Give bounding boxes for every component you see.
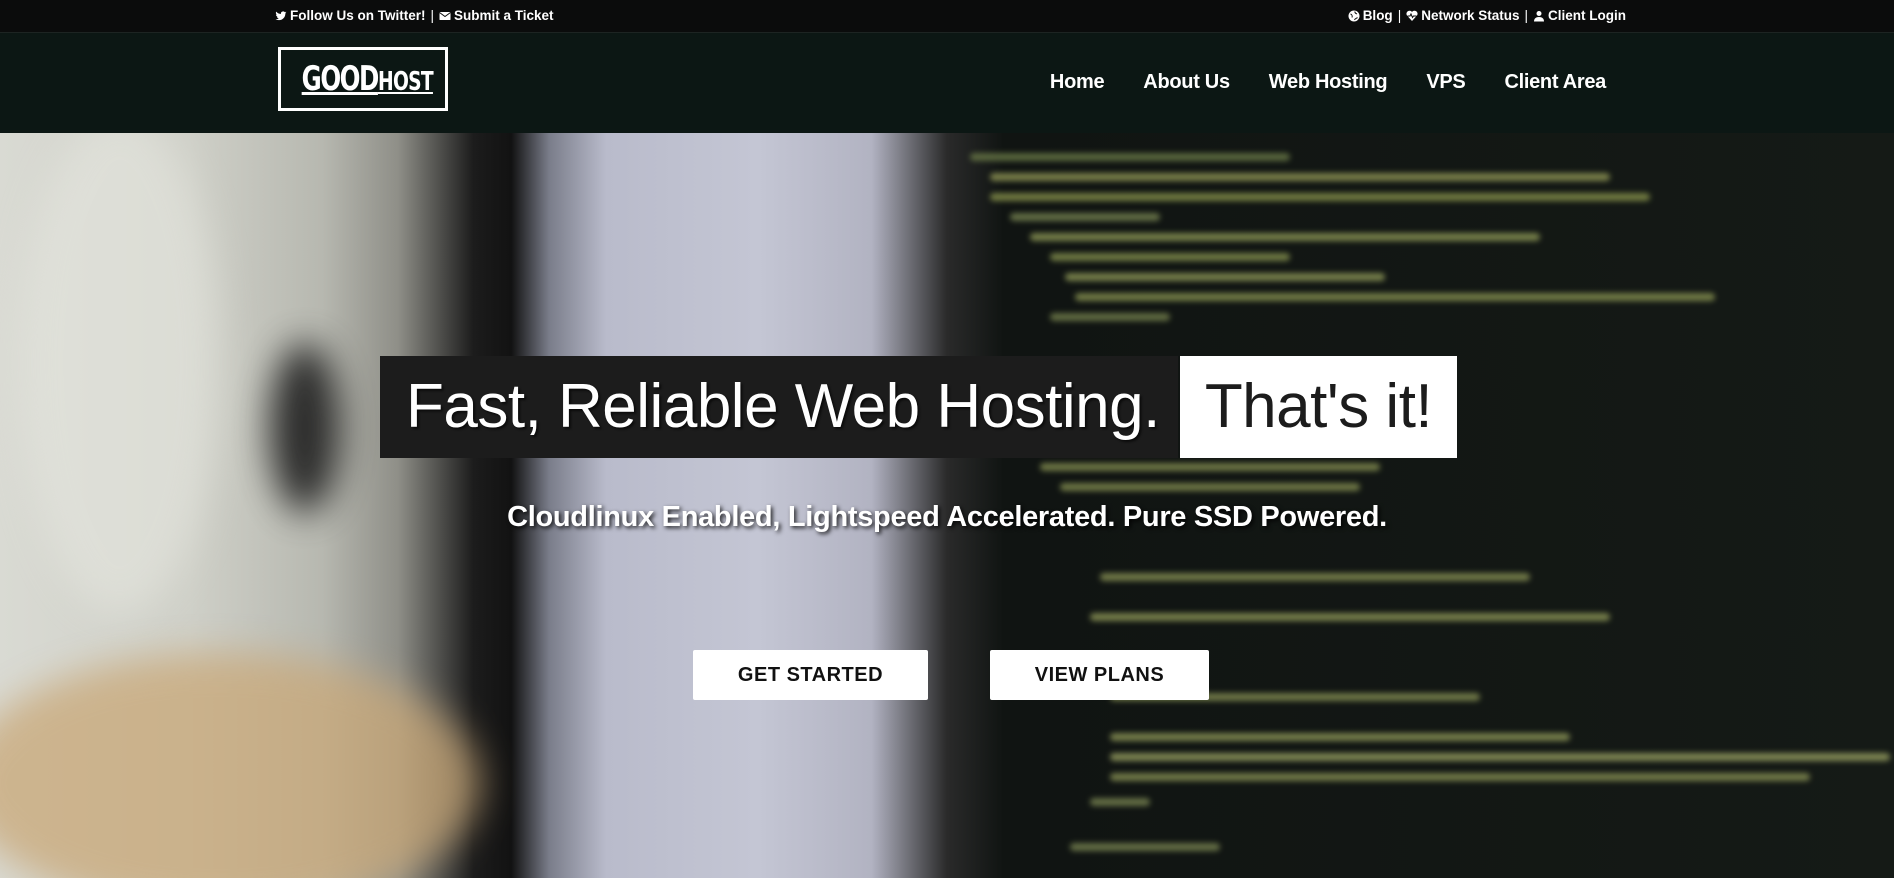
client-login-link[interactable]: Client Login: [1533, 8, 1626, 23]
twitter-link-label: Follow Us on Twitter!: [290, 8, 426, 23]
logo-host-text: HOST: [377, 67, 434, 97]
topbar-left: Follow Us on Twitter! | Submit a Ticket: [275, 8, 554, 23]
topbar-separator: |: [1397, 8, 1402, 23]
envelope-icon: [439, 11, 451, 20]
view-plans-button[interactable]: VIEW PLANS: [990, 650, 1209, 700]
blog-label: Blog: [1362, 8, 1393, 23]
network-status-link[interactable]: Network Status: [1406, 8, 1519, 23]
nav-home[interactable]: Home: [1050, 71, 1105, 94]
submit-ticket-label: Submit a Ticket: [454, 8, 554, 23]
globe-icon: [1348, 10, 1360, 21]
main-header: GOOD HOST Home About Us Web Hosting VPS C…: [0, 33, 1894, 133]
twitter-icon: [275, 10, 287, 20]
topbar-right: Blog | Network Status | Client Login: [1348, 8, 1626, 23]
nav-client-area[interactable]: Client Area: [1504, 71, 1606, 94]
goodhost-logo[interactable]: GOOD HOST: [278, 47, 448, 111]
headline-main-text: Fast, Reliable Web Hosting.: [380, 356, 1178, 458]
hero-background-blur: [20, 133, 220, 613]
headline-highlight-text: That's it!: [1179, 356, 1458, 458]
twitter-link[interactable]: Follow Us on Twitter!: [275, 8, 426, 23]
hero-background-blur: [0, 653, 480, 878]
client-login-label: Client Login: [1548, 8, 1626, 23]
topbar-separator: |: [430, 8, 435, 23]
heartbeat-icon: [1406, 10, 1418, 21]
nav-web-hosting[interactable]: Web Hosting: [1269, 71, 1388, 94]
hero-section: Fast, Reliable Web Hosting. That's it! C…: [0, 133, 1894, 878]
blog-link[interactable]: Blog: [1348, 8, 1393, 23]
submit-ticket-link[interactable]: Submit a Ticket: [439, 8, 554, 23]
user-icon: [1534, 10, 1544, 21]
hero-subheadline: Cloudlinux Enabled, Lightspeed Accelerat…: [507, 501, 1387, 533]
hero-headline: Fast, Reliable Web Hosting. That's it!: [380, 356, 1458, 458]
top-utility-bar: Follow Us on Twitter! | Submit a Ticket …: [0, 0, 1894, 33]
network-status-label: Network Status: [1421, 8, 1520, 23]
get-started-button[interactable]: GET STARTED: [693, 650, 928, 700]
nav-about-us[interactable]: About Us: [1143, 71, 1230, 94]
hero-background-blur: [270, 343, 340, 513]
topbar-separator: |: [1524, 8, 1528, 23]
main-navigation: Home About Us Web Hosting VPS Client Are…: [1050, 71, 1606, 94]
nav-vps[interactable]: VPS: [1426, 71, 1465, 94]
logo-good-text: GOOD: [301, 59, 380, 99]
